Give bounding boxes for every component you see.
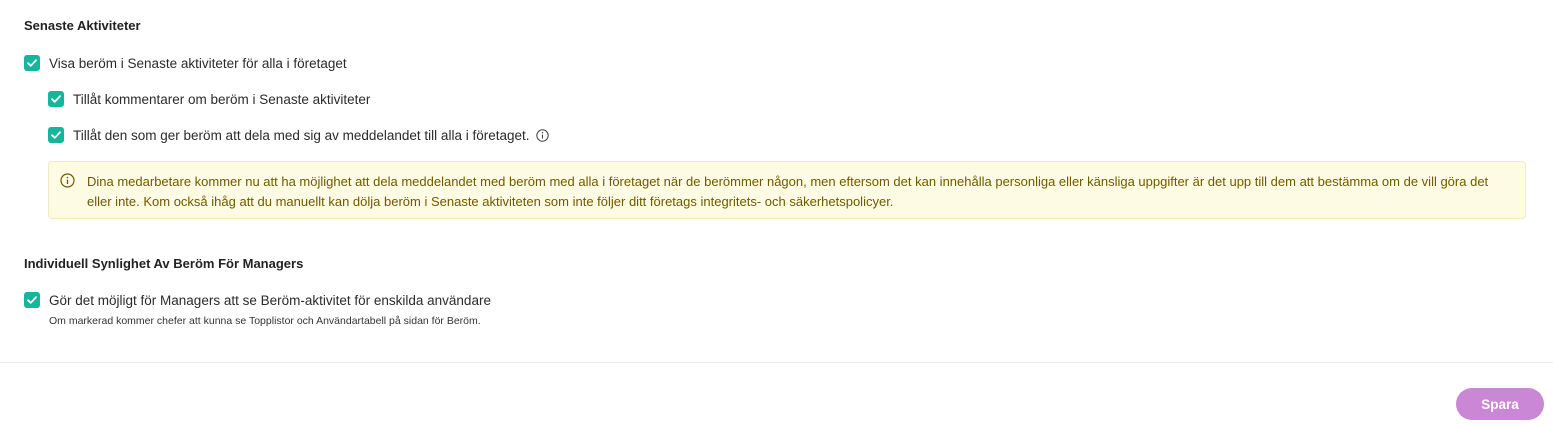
share-warning-alert: Dina medarbetare kommer nu att ha möjlig… [48,161,1526,219]
allow-share-label: Tillåt den som ger beröm att dela med si… [73,127,530,143]
manager-visibility-label: Gör det möjligt för Managers att se Berö… [49,292,491,308]
info-icon[interactable] [535,128,549,142]
save-button[interactable]: Spara [1456,388,1544,420]
section-title-manager-visibility: Individuell Synlighet Av Beröm För Manag… [24,256,304,271]
check-icon [51,95,61,103]
check-icon [27,59,37,67]
allow-share-row[interactable]: Tillåt den som ger beröm att dela med si… [48,127,549,143]
allow-comments-checkbox[interactable] [48,91,64,107]
check-icon [27,296,37,304]
footer-divider [0,362,1553,363]
info-icon [60,173,75,194]
show-praise-label: Visa beröm i Senaste aktiviteter för all… [49,55,347,71]
allow-share-checkbox[interactable] [48,127,64,143]
manager-visibility-row[interactable]: Gör det möjligt för Managers att se Berö… [24,292,491,308]
section-title-senaste-aktiviteter: Senaste Aktiviteter [24,18,141,33]
allow-comments-row[interactable]: Tillåt kommentarer om beröm i Senaste ak… [48,91,370,107]
alert-text: Dina medarbetare kommer nu att ha möjlig… [87,174,1489,209]
check-icon [51,131,61,139]
show-praise-row[interactable]: Visa beröm i Senaste aktiviteter för all… [24,55,347,71]
manager-visibility-checkbox[interactable] [24,292,40,308]
allow-comments-label: Tillåt kommentarer om beröm i Senaste ak… [73,91,371,107]
manager-visibility-hint: Om markerad kommer chefer att kunna se T… [49,315,481,327]
show-praise-checkbox[interactable] [24,55,40,71]
